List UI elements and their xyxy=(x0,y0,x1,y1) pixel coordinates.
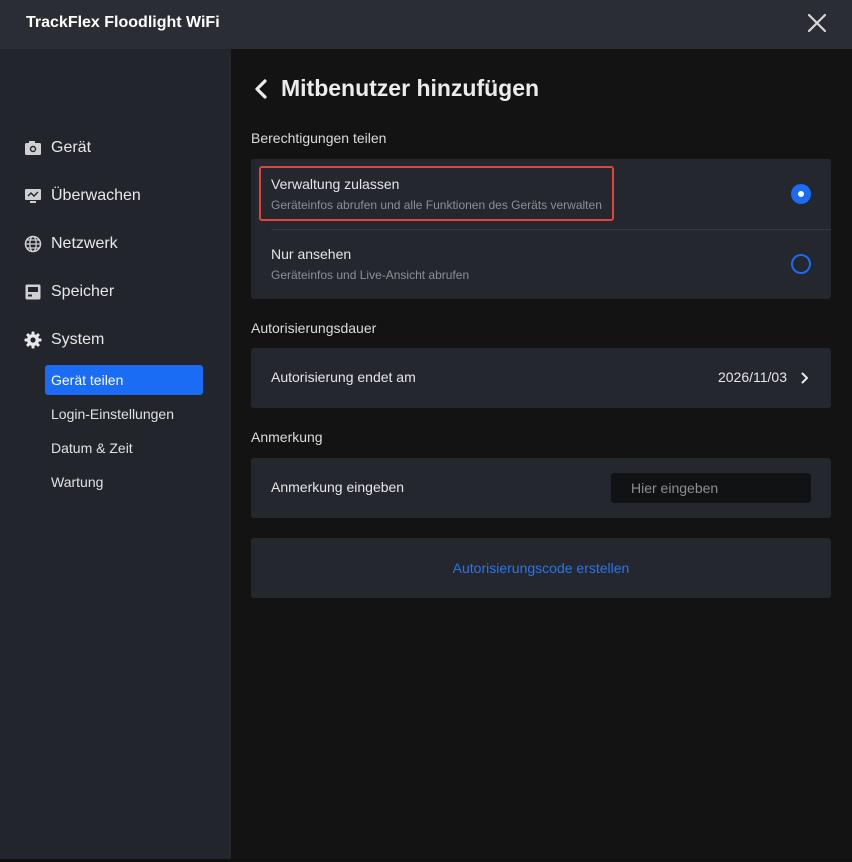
page-title: Mitbenutzer hinzufügen xyxy=(281,75,540,101)
sidebar-subitem-share-device[interactable]: Gerät teilen xyxy=(45,365,203,395)
sidebar-item-label: System xyxy=(51,331,105,348)
gear-icon xyxy=(24,331,42,349)
option-allow-management[interactable]: Verwaltung zulassen Geräteinfos abrufen … xyxy=(251,159,831,229)
sidebar-item-system[interactable]: System xyxy=(24,328,104,352)
storage-icon xyxy=(25,284,41,300)
sidebar-item-label: Netzwerk xyxy=(51,235,118,252)
sidebar-item-monitor[interactable]: Überwachen xyxy=(24,184,141,208)
title-bar: TrackFlex Floodlight WiFi xyxy=(0,0,852,49)
sidebar-item-device[interactable]: Gerät xyxy=(24,136,91,160)
close-icon xyxy=(807,13,827,33)
sidebar-subitem-date-time[interactable]: Datum & Zeit xyxy=(45,433,203,463)
sidebar: Gerät Überwachen Netzwerk Speicher Syste… xyxy=(0,49,231,859)
create-authorization-code-button[interactable]: Autorisierungscode erstellen xyxy=(251,538,831,598)
permissions-card: Verwaltung zulassen Geräteinfos abrufen … xyxy=(251,159,831,299)
highlight-box xyxy=(259,166,614,221)
authorization-end-label: Autorisierung endet am xyxy=(271,369,416,385)
radio-unselected[interactable] xyxy=(791,254,811,274)
sidebar-item-network[interactable]: Netzwerk xyxy=(24,232,118,256)
note-input[interactable] xyxy=(611,473,811,503)
note-section-label: Anmerkung xyxy=(251,429,323,445)
radio-selected[interactable] xyxy=(791,184,811,204)
chevron-left-icon xyxy=(255,79,267,99)
option-description: Geräteinfos abrufen und alle Funktionen … xyxy=(271,198,602,212)
sidebar-item-label: Überwachen xyxy=(51,187,141,204)
camera-icon xyxy=(25,141,41,155)
authorization-end-row[interactable]: Autorisierung endet am 2026/11/03 xyxy=(251,348,831,408)
permissions-section-label: Berechtigungen teilen xyxy=(251,130,387,146)
main-panel: Mitbenutzer hinzufügen Berechtigungen te… xyxy=(231,49,852,859)
sidebar-item-storage[interactable]: Speicher xyxy=(24,280,114,304)
option-title: Verwaltung zulassen xyxy=(271,176,400,192)
sidebar-item-label: Speicher xyxy=(51,283,115,300)
option-view-only[interactable]: Nur ansehen Geräteinfos und Live-Ansicht… xyxy=(251,229,831,299)
sidebar-item-label: Gerät xyxy=(51,139,92,156)
chevron-right-icon xyxy=(801,372,808,384)
sidebar-subitem-maintenance[interactable]: Wartung xyxy=(45,467,203,497)
note-label: Anmerkung eingeben xyxy=(271,479,405,495)
duration-section-label: Autorisierungsdauer xyxy=(251,320,377,336)
back-button[interactable] xyxy=(251,78,271,100)
note-card: Anmerkung eingeben xyxy=(251,458,831,518)
app-title: TrackFlex Floodlight WiFi xyxy=(26,14,220,31)
close-button[interactable] xyxy=(803,9,831,37)
sidebar-subitem-login-settings[interactable]: Login-Einstellungen xyxy=(45,399,203,429)
monitor-icon xyxy=(25,189,41,203)
option-title: Nur ansehen xyxy=(271,246,352,262)
globe-icon xyxy=(24,235,42,253)
authorization-end-value: 2026/11/03 xyxy=(717,369,787,385)
option-description: Geräteinfos und Live-Ansicht abrufen xyxy=(271,268,470,282)
